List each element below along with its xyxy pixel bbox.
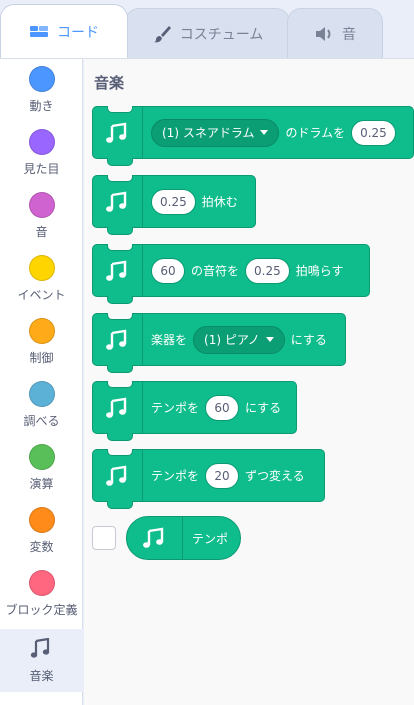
beats-input[interactable]: 0.25: [151, 188, 196, 215]
tab-sounds[interactable]: 音: [287, 8, 383, 58]
block-text: テンポを: [151, 401, 200, 415]
block-text: ずつ変える: [245, 469, 305, 483]
tab-code-label: コード: [57, 24, 99, 41]
category-dot-icon: [28, 381, 55, 407]
category-label: 見た目: [23, 162, 60, 176]
category-sensing[interactable]: 調べる: [0, 374, 83, 437]
drum-dropdown[interactable]: (1) スネアドラム: [151, 118, 280, 147]
set-tempo-block[interactable]: テンポを 60 にする: [92, 381, 297, 441]
rest-block[interactable]: 0.25 拍休む: [92, 175, 256, 235]
tab-code[interactable]: コード: [0, 4, 128, 58]
palette-section-title: 音楽: [94, 74, 125, 92]
category-control[interactable]: 制御: [0, 311, 83, 374]
tempo-reporter-row: テンポ: [92, 516, 242, 560]
category-dot-icon: [28, 255, 55, 281]
block-text: のドラムを: [285, 126, 346, 140]
brush-icon: [152, 24, 172, 44]
music-notes-icon: [93, 176, 143, 227]
block-text: にする: [290, 333, 327, 347]
show-tempo-checkbox[interactable]: [92, 526, 116, 550]
category-label: 調べる: [23, 414, 60, 428]
code-icon: [29, 25, 49, 39]
play-note-block[interactable]: 60 の音符を 0.25 拍鳴らす: [92, 244, 370, 304]
beats-input[interactable]: 0.25: [351, 119, 396, 146]
block-text: にする: [245, 401, 282, 415]
caret-down-icon: [260, 130, 269, 135]
music-notes-icon: [93, 314, 143, 365]
tempo-reporter-block[interactable]: テンポ: [126, 516, 242, 560]
category-label: 音: [35, 225, 48, 239]
tempo-change-input[interactable]: 20: [205, 462, 240, 489]
category-label: 演算: [29, 477, 54, 491]
category-dot-icon: [28, 570, 55, 596]
play-drum-block[interactable]: (1) スネアドラム のドラムを 0.25: [92, 106, 414, 166]
category-dot-icon: [28, 318, 55, 344]
block-text: 拍鳴らす: [295, 264, 344, 278]
block-palette: 音楽 (1) スネアドラム のドラムを 0.25 0.25 拍休む 60 の音符…: [84, 58, 414, 705]
category-dot-icon: [28, 192, 55, 218]
music-notes-icon: [93, 245, 143, 296]
category-menu: 動き 見た目 音 イベント 制御 調べる 演算 変数 ブロック定義 音楽: [0, 58, 83, 705]
category-music[interactable]: 音楽: [0, 629, 83, 692]
tempo-input[interactable]: 60: [205, 394, 240, 421]
category-dot-icon: [28, 129, 55, 155]
category-sound[interactable]: 音: [0, 185, 83, 248]
category-label: 音楽: [29, 669, 54, 683]
reporter-label: テンポ: [192, 531, 229, 546]
category-label: ブロック定義: [5, 603, 78, 617]
speaker-icon: [314, 25, 334, 43]
category-events[interactable]: イベント: [0, 248, 83, 311]
category-dot-icon: [28, 444, 55, 470]
category-my-blocks[interactable]: ブロック定義: [0, 563, 83, 626]
category-label: 変数: [29, 540, 54, 554]
category-label: 制御: [29, 351, 54, 365]
music-notes-icon: [93, 382, 143, 433]
instrument-dropdown-value: (1) ピアノ: [204, 333, 260, 347]
music-notes-icon: [127, 517, 183, 559]
tab-costumes-label: コスチューム: [179, 26, 264, 43]
category-variables[interactable]: 変数: [0, 500, 83, 563]
category-label: 動き: [29, 99, 54, 113]
tab-sounds-label: 音: [342, 26, 356, 43]
tab-costumes[interactable]: コスチューム: [125, 8, 290, 58]
note-input[interactable]: 60: [151, 257, 185, 284]
block-text: テンポを: [151, 469, 200, 483]
music-notes-icon: [93, 450, 143, 501]
drum-dropdown-value: (1) スネアドラム: [162, 126, 255, 140]
block-text: の音符を: [191, 264, 240, 278]
category-dot-icon: [28, 507, 55, 533]
editor-tabs: コード コスチューム 音: [0, 0, 414, 58]
category-dot-icon: [28, 66, 55, 92]
category-looks[interactable]: 見た目: [0, 122, 83, 185]
beats-input[interactable]: 0.25: [245, 257, 290, 284]
music-notes-icon: [93, 107, 143, 158]
caret-down-icon: [265, 337, 274, 342]
category-label: イベント: [17, 288, 66, 302]
change-tempo-block[interactable]: テンポを 20 ずつ変える: [92, 449, 325, 509]
music-notes-icon: [30, 636, 54, 662]
category-operators[interactable]: 演算: [0, 437, 83, 500]
block-text: 楽器を: [151, 333, 188, 347]
set-instrument-block[interactable]: 楽器を (1) ピアノ にする: [92, 313, 346, 373]
instrument-dropdown[interactable]: (1) ピアノ: [193, 325, 285, 354]
category-motion[interactable]: 動き: [0, 59, 83, 122]
block-text: 拍休む: [201, 195, 238, 209]
